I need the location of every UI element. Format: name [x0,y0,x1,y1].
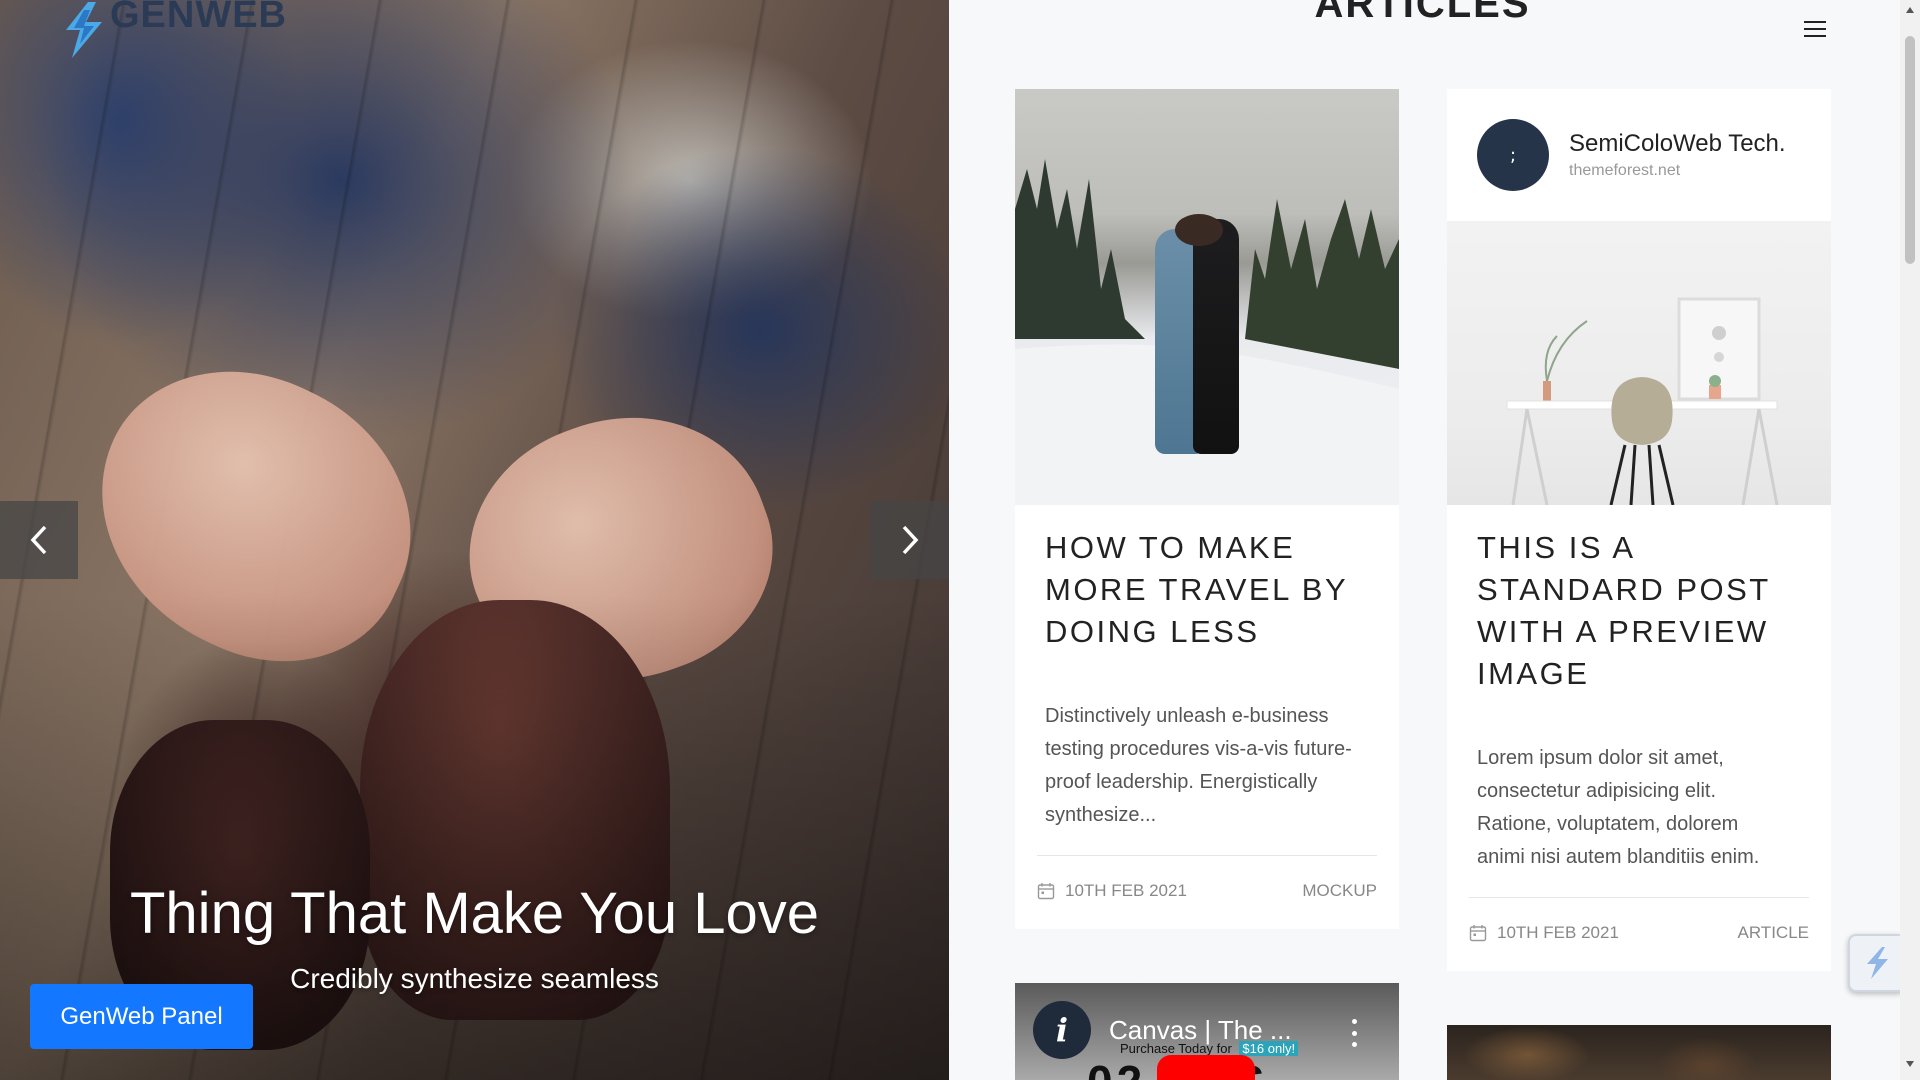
info-icon: i [1055,1011,1069,1049]
scroll-up-arrow-icon[interactable] [1904,4,1916,16]
article-date: 10TH FEB 2021 [1469,923,1619,943]
chevron-left-icon [30,525,47,555]
video-promo-price: $16 only! [1239,1041,1299,1056]
site-logo[interactable]: GENWEB [58,0,287,60]
scroll-down-arrow-icon[interactable] [1904,1058,1916,1070]
logo-text: GENWEB [110,0,287,36]
article-image[interactable] [1447,1025,1831,1080]
article-category[interactable]: ARTICLE [1738,923,1810,943]
article-meta: 10TH FEB 2021 ARTICLE [1469,921,1809,945]
calendar-icon [1469,925,1487,942]
article-date-text: 10TH FEB 2021 [1065,881,1187,900]
article-image[interactable] [1015,89,1399,505]
article-title[interactable]: THIS IS A STANDARD POST WITH A PREVIEW I… [1477,527,1811,695]
scrollbar-thumb[interactable] [1905,36,1915,264]
bolt-icon [1867,947,1888,979]
chevron-right-icon [902,525,919,555]
video-channel-icon[interactable]: i [1033,1001,1091,1059]
article-card[interactable]: ; SemiColoWeb Tech. themeforest.net THIS… [1447,89,1831,971]
article-card-image-preview[interactable] [1447,1025,1831,1080]
hero-slider: GENWEB Thing That Make You Love Credibly… [0,0,949,1080]
menu-line-icon [1804,35,1826,37]
hamburger-menu-button[interactable] [1800,16,1830,46]
menu-line-icon [1804,28,1826,30]
slider-prev-button[interactable] [0,501,78,579]
article-date-text: 10TH FEB 2021 [1497,923,1619,942]
card-divider [1469,897,1809,898]
menu-line-icon [1804,21,1826,23]
video-card[interactable]: i Canvas | The ... Purchase Today for $1… [1015,983,1399,1080]
genweb-panel-button[interactable]: GenWeb Panel [30,984,253,1049]
article-title[interactable]: HOW TO MAKE MORE TRAVEL BY DOING LESS [1045,527,1379,653]
article-image[interactable] [1447,221,1831,505]
author-name[interactable]: SemiColoWeb Tech. [1569,130,1786,158]
video-promo-text: Purchase Today for [1120,1041,1232,1056]
article-card[interactable]: HOW TO MAKE MORE TRAVEL BY DOING LESS Di… [1015,89,1399,929]
calendar-icon [1037,883,1055,900]
article-category[interactable]: MOCKUP [1302,881,1377,901]
hero-title: Thing That Make You Love [130,881,819,946]
card-divider [1037,855,1377,856]
author-row[interactable]: ; SemiColoWeb Tech. themeforest.net [1477,119,1786,191]
page-scrollbar[interactable] [1900,0,1920,1080]
author-site[interactable]: themeforest.net [1569,162,1786,180]
video-play-button[interactable] [1157,1055,1255,1080]
article-date: 10TH FEB 2021 [1037,881,1187,901]
floating-widget-button[interactable] [1848,934,1906,992]
desk-graphic [1506,297,1779,505]
couple-figure-man [1193,219,1239,454]
section-title: ARTICLES [1314,0,1531,26]
video-promo: Purchase Today for $16 only! [1120,1041,1299,1056]
avatar[interactable]: ; [1477,119,1549,191]
video-more-options-icon[interactable] [1350,1019,1358,1047]
bolt-logo-icon [66,2,102,58]
article-excerpt: Distinctively unleash e-business testing… [1045,705,1352,826]
couple-heads [1175,214,1223,246]
article-meta: 10TH FEB 2021 MOCKUP [1037,879,1377,903]
slider-next-button[interactable] [871,501,949,579]
article-excerpt: Lorem ipsum dolor sit amet, consectetur … [1477,747,1760,868]
